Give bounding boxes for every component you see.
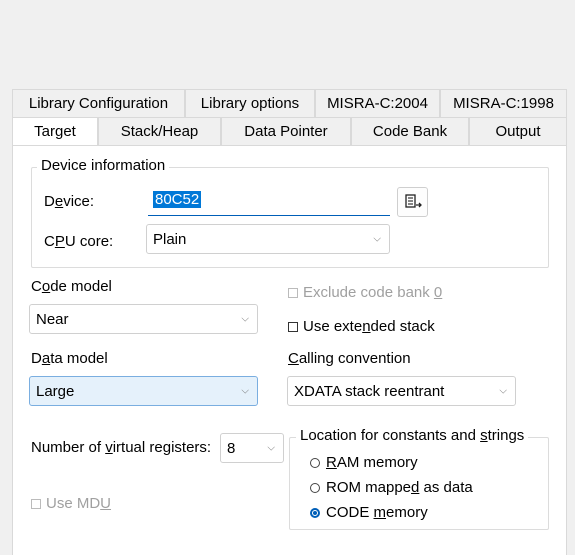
tab-output[interactable]: Output <box>469 117 567 145</box>
tab-data-pointer[interactable]: Data Pointer <box>221 117 351 145</box>
checkbox-box <box>31 499 41 510</box>
tab-label: Output <box>495 123 541 140</box>
tab-library-options[interactable]: Library options <box>185 89 315 117</box>
chevron-down-icon: ⌵ <box>373 233 381 245</box>
checkbox-box <box>288 288 298 299</box>
radio-circle <box>310 483 320 494</box>
chevron-down-icon: ⌵ <box>241 313 249 325</box>
virtual-registers-label: Number of virtual registers: <box>31 439 212 456</box>
radio-circle <box>310 458 320 469</box>
tab-label: Code Bank <box>372 123 448 140</box>
radio-code-memory[interactable]: CODE memory <box>310 504 428 521</box>
code-model-value: Near <box>36 310 69 328</box>
radio-circle-selected <box>310 508 320 519</box>
cpu-core-select[interactable]: Plain ⌵ <box>146 224 390 254</box>
tab-misra-c-2004[interactable]: MISRA-C:2004 <box>315 89 440 117</box>
tab-target[interactable]: Target <box>12 117 98 145</box>
calling-convention-label: Calling convention <box>288 350 411 367</box>
tab-label: MISRA-C:2004 <box>327 95 428 112</box>
device-input[interactable]: 80C52 <box>148 187 390 216</box>
device-list-icon <box>405 194 422 208</box>
cpu-core-value: Plain <box>153 230 187 248</box>
calling-convention-select[interactable]: XDATA stack reentrant ⌵ <box>287 376 516 406</box>
exclude-code-bank-checkbox[interactable]: Exclude code bank 0 <box>288 284 442 301</box>
chevron-down-icon: ⌵ <box>267 442 275 454</box>
code-model-select[interactable]: Near ⌵ <box>29 304 258 334</box>
tab-label: Library options <box>200 95 300 112</box>
chevron-down-icon: ⌵ <box>499 385 507 397</box>
data-model-value: Large <box>36 382 75 400</box>
virtual-registers-value: 8 <box>227 439 236 457</box>
checkbox-box <box>288 322 298 333</box>
tab-label: Library Configuration <box>28 95 169 112</box>
tab-code-bank[interactable]: Code Bank <box>351 117 469 145</box>
use-mdu-checkbox[interactable]: Use MDU <box>31 495 111 512</box>
device-input-value: 80C52 <box>153 191 202 208</box>
use-extended-stack-checkbox[interactable]: Use extended stack <box>288 318 435 335</box>
constants-location-legend: Location for constants and strings <box>296 427 529 444</box>
chevron-down-icon: ⌵ <box>241 385 249 397</box>
tab-row-2: Target Stack/Heap Data Pointer Code Bank… <box>12 117 567 145</box>
tab-label: Data Pointer <box>244 123 328 140</box>
tab-library-configuration[interactable]: Library Configuration <box>12 89 185 117</box>
radio-rom-mapped-as-data[interactable]: ROM mapped as data <box>310 479 473 496</box>
tab-label: MISRA-C:1998 <box>453 95 554 112</box>
tab-label: Stack/Heap <box>120 123 199 140</box>
code-model-label: Code model <box>31 278 112 295</box>
tab-row-1: Library Configuration Library options MI… <box>12 89 567 117</box>
data-model-select[interactable]: Large ⌵ <box>29 376 258 406</box>
tab-stack-heap[interactable]: Stack/Heap <box>98 117 221 145</box>
cpu-core-label: CPU core: <box>44 233 114 250</box>
virtual-registers-select[interactable]: 8 ⌵ <box>220 433 284 463</box>
tab-misra-c-1998[interactable]: MISRA-C:1998 <box>440 89 567 117</box>
calling-convention-value: XDATA stack reentrant <box>294 382 445 400</box>
radio-ram-memory[interactable]: RAM memory <box>310 454 418 471</box>
data-model-label: Data model <box>31 350 108 367</box>
device-select-button[interactable] <box>397 187 428 217</box>
device-label: Device: <box>44 193 95 210</box>
device-information-legend: Device information <box>37 157 170 174</box>
tab-label: Target <box>34 123 76 140</box>
